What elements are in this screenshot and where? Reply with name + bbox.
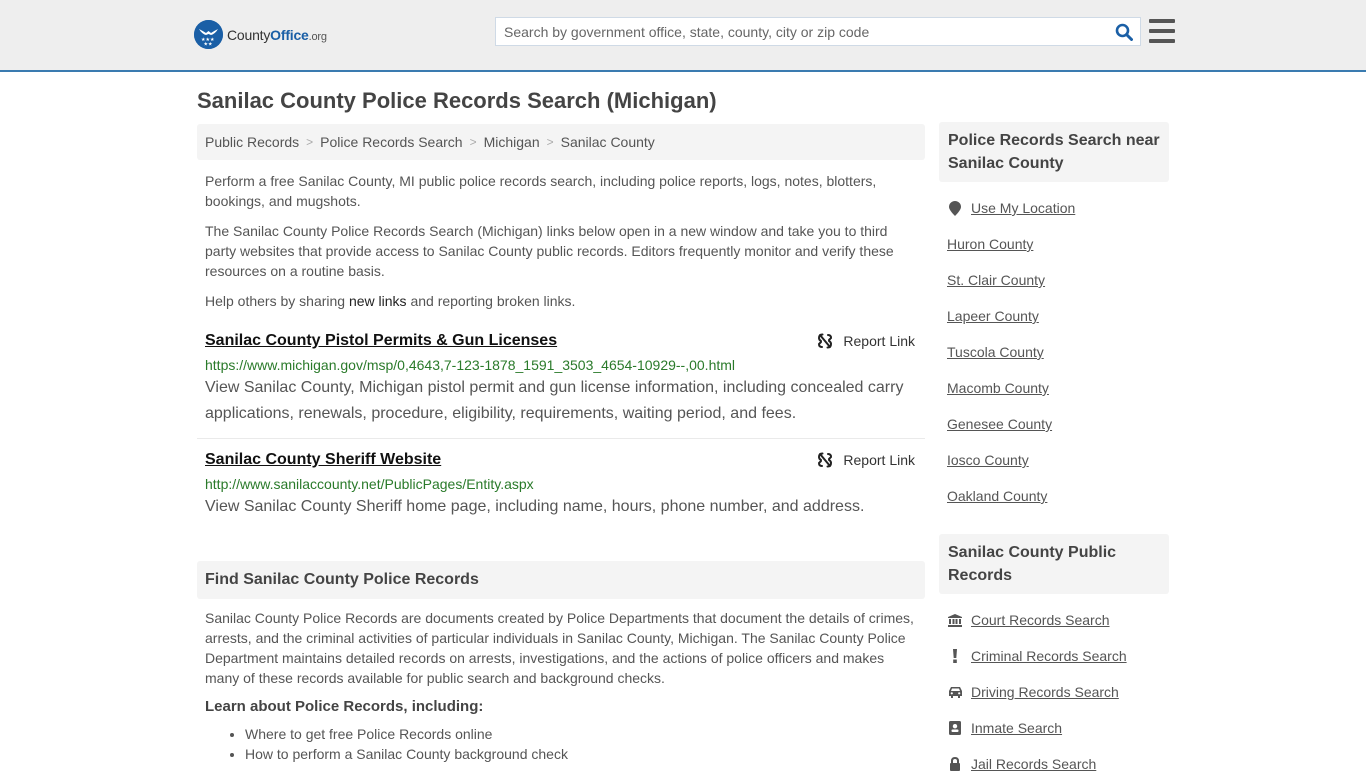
breadcrumb-michigan[interactable]: Michigan <box>484 134 540 150</box>
public-records-item: Driving Records Search <box>947 674 1161 710</box>
broken-link-icon <box>818 333 833 349</box>
resource-link-description: View Sanilac County Sheriff home page, i… <box>205 498 865 515</box>
share-links-paragraph: Help others by sharing new links and rep… <box>205 293 576 309</box>
nearby-county-item: Oakland County <box>947 478 1161 514</box>
intro-paragraph: Perform a free Sanilac County, MI public… <box>205 173 877 209</box>
svg-text:★★: ★★ <box>204 42 213 48</box>
public-records-item: Criminal Records Search <box>947 638 1161 674</box>
resource-link-description: View Sanilac County, Michigan pistol per… <box>205 379 904 422</box>
main-content: Public Records > Police Records Search >… <box>197 124 925 764</box>
intro-paragraph: The Sanilac County Police Records Search… <box>205 223 894 279</box>
map-pin-icon <box>947 200 963 216</box>
learn-about-heading: Learn about Police Records, including: <box>205 698 484 715</box>
report-link-button[interactable]: Report Link <box>817 330 915 352</box>
lock-icon <box>947 757 963 771</box>
resource-link-title[interactable]: Sanilac County Sheriff Website <box>205 449 441 471</box>
breadcrumb-sanilac-county[interactable]: Sanilac County <box>561 134 655 150</box>
resource-link-url[interactable]: http://www.sanilaccounty.net/PublicPages… <box>205 475 917 493</box>
broken-link-icon <box>818 452 833 468</box>
nearby-county-item: Iosco County <box>947 442 1161 478</box>
jail-records-link[interactable]: Jail Records Search <box>971 756 1096 772</box>
sidebar: Police Records Search near Sanilac Count… <box>939 122 1169 782</box>
learn-about-list: Where to get free Police Records online … <box>197 724 925 764</box>
report-link-label: Report Link <box>843 452 915 468</box>
exclamation-icon <box>947 649 963 663</box>
nearby-county-link[interactable]: Macomb County <box>947 380 1049 396</box>
courthouse-icon <box>947 613 963 627</box>
nearby-county-link[interactable]: Genesee County <box>947 416 1052 432</box>
public-records-list: Court Records Search Criminal Records Se… <box>939 602 1169 782</box>
nearby-county-item: Macomb County <box>947 370 1161 406</box>
nearby-county-item: St. Clair County <box>947 262 1161 298</box>
public-records-item: Court Records Search <box>947 602 1161 638</box>
search-box <box>495 17 1141 46</box>
resource-link-title[interactable]: Sanilac County Pistol Permits & Gun Lice… <box>205 330 557 352</box>
nearby-county-link[interactable]: Oakland County <box>947 488 1047 504</box>
court-records-link[interactable]: Court Records Search <box>971 612 1110 628</box>
nearby-county-item: Huron County <box>947 226 1161 262</box>
nearby-counties-list: Use My Location Huron County St. Clair C… <box>939 190 1169 514</box>
hamburger-menu-button[interactable] <box>1149 19 1175 43</box>
nearby-heading: Police Records Search near Sanilac Count… <box>939 122 1169 182</box>
public-records-heading: Sanilac County Public Records <box>939 534 1169 594</box>
search-input[interactable] <box>496 18 1108 45</box>
logo-text: CountyOffice.org <box>227 26 327 43</box>
breadcrumb-separator: > <box>469 135 477 149</box>
nearby-county-link[interactable]: Iosco County <box>947 452 1029 468</box>
nearby-county-link[interactable]: Huron County <box>947 236 1033 252</box>
hamburger-menu-icon-bar <box>1149 29 1175 33</box>
new-links-link[interactable]: new links <box>349 293 407 309</box>
hamburger-menu-icon-bar <box>1149 19 1175 23</box>
driving-records-link[interactable]: Driving Records Search <box>971 684 1119 700</box>
hamburger-menu-icon-bar <box>1149 39 1175 43</box>
criminal-records-link[interactable]: Criminal Records Search <box>971 648 1127 664</box>
report-link-button[interactable]: Report Link <box>817 449 915 471</box>
page-title: Sanilac County Police Records Search (Mi… <box>197 88 717 113</box>
site-logo[interactable]: ★★★ ★★ CountyOffice.org <box>194 20 327 49</box>
nearby-county-link[interactable]: Tuscola County <box>947 344 1044 360</box>
nearby-county-item: Lapeer County <box>947 298 1161 334</box>
learn-about-item: Where to get free Police Records online <box>245 724 917 744</box>
public-records-item: Jail Records Search <box>947 746 1161 782</box>
inmate-search-link[interactable]: Inmate Search <box>971 720 1062 736</box>
id-badge-icon <box>947 721 963 735</box>
learn-about-item: How to perform a Sanilac County backgrou… <box>245 744 917 764</box>
use-my-location-item: Use My Location <box>947 190 1161 226</box>
eagle-logo-icon: ★★★ ★★ <box>194 20 223 49</box>
nearby-county-item: Genesee County <box>947 406 1161 442</box>
nearby-county-link[interactable]: St. Clair County <box>947 272 1045 288</box>
resource-link-item: Sanilac County Pistol Permits & Gun Lice… <box>197 330 925 439</box>
breadcrumb-separator: > <box>306 135 314 149</box>
report-link-label: Report Link <box>843 333 915 349</box>
intro-text: Perform a free Sanilac County, MI public… <box>197 171 925 311</box>
breadcrumb-police-records-search[interactable]: Police Records Search <box>320 134 462 150</box>
car-icon <box>947 686 963 698</box>
nearby-county-item: Tuscola County <box>947 334 1161 370</box>
breadcrumb-separator: > <box>546 135 554 149</box>
resource-link-url[interactable]: https://www.michigan.gov/msp/0,4643,7-12… <box>205 356 917 374</box>
search-button[interactable] <box>1108 18 1140 45</box>
public-records-item: Inmate Search <box>947 710 1161 746</box>
resource-link-item: Sanilac County Sheriff Website Report Li… <box>197 439 925 520</box>
site-header: ★★★ ★★ CountyOffice.org <box>0 0 1366 72</box>
nearby-county-link[interactable]: Lapeer County <box>947 308 1039 324</box>
find-records-body: Sanilac County Police Records are docume… <box>205 610 914 686</box>
find-records-heading: Find Sanilac County Police Records <box>197 561 925 599</box>
breadcrumb-public-records[interactable]: Public Records <box>205 134 299 150</box>
breadcrumb: Public Records > Police Records Search >… <box>197 124 925 160</box>
use-my-location-link[interactable]: Use My Location <box>971 200 1075 216</box>
search-icon <box>1115 23 1133 41</box>
